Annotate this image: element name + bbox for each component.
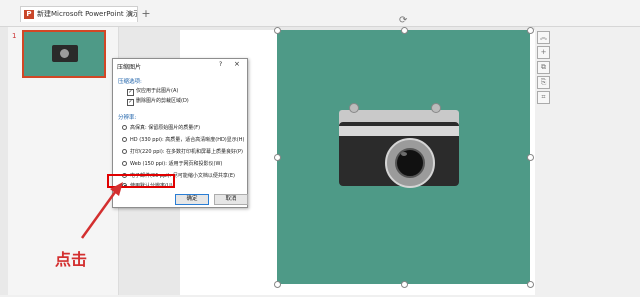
click-annotation: 点击 — [55, 250, 88, 269]
arrow-head — [110, 182, 123, 196]
arrow-shaft — [80, 187, 120, 239]
annotation-arrow — [80, 182, 123, 239]
app-window: P 新建Microsoft PowerPoint 演示文稿 × + 1 ⟳ ︽ … — [0, 0, 640, 297]
